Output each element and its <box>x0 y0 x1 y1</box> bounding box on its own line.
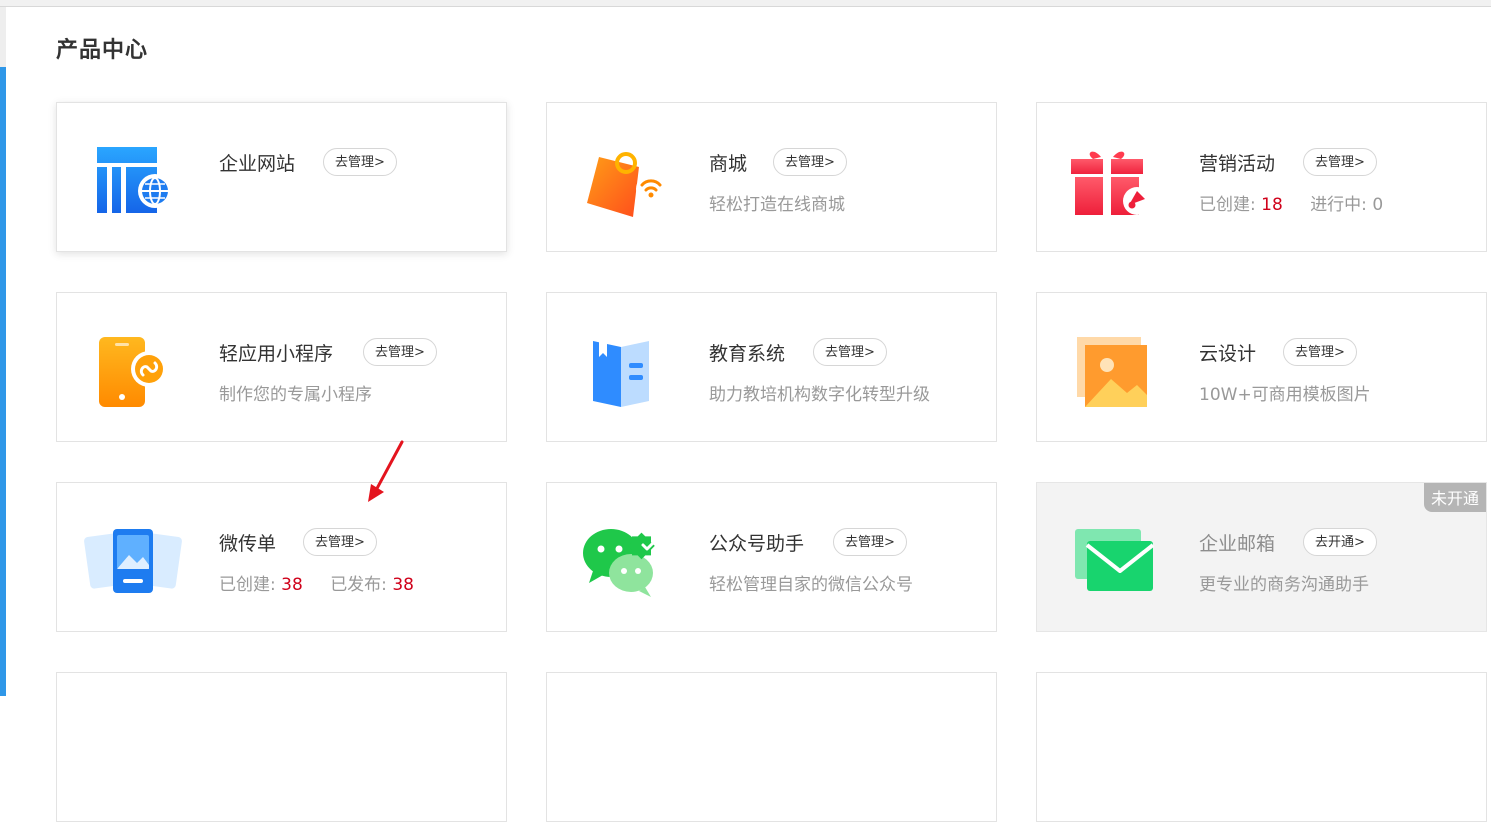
manage-button[interactable]: 去管理> <box>303 528 377 556</box>
product-card-mini-program[interactable]: 轻应用小程序 去管理> 制作您的专属小程序 <box>56 292 507 442</box>
card-description: 10W+可商用模板图片 <box>1199 385 1371 405</box>
shop-bag-icon <box>581 141 666 219</box>
card-title: 轻应用小程序 <box>219 343 334 365</box>
card-title: 公众号助手 <box>709 533 805 555</box>
activate-button[interactable]: 去开通> <box>1303 528 1377 556</box>
card-description: 轻松打造在线商城 <box>709 195 845 215</box>
card-title: 营销活动 <box>1199 153 1276 175</box>
stat-label: 已创建: <box>219 575 276 595</box>
product-card-shop[interactable]: 商城 去管理> 轻松打造在线商城 <box>546 102 997 252</box>
education-book-icon <box>581 331 665 409</box>
page-title: 产品中心 <box>56 38 149 63</box>
stat-value: 38 <box>281 575 303 595</box>
card-description: 更专业的商务沟通助手 <box>1199 575 1369 595</box>
card-title: 云设计 <box>1199 343 1257 365</box>
left-accent-bar <box>0 67 6 696</box>
card-title: 企业邮箱 <box>1199 533 1276 555</box>
product-card-partial[interactable] <box>1036 672 1487 822</box>
card-title: 商城 <box>709 153 748 175</box>
wechat-icon <box>581 521 665 599</box>
gift-icon <box>1071 141 1155 219</box>
card-description: 轻松管理自家的微信公众号 <box>709 575 913 595</box>
card-stats: 已创建: 18 进行中: 0 <box>1199 190 1383 215</box>
flyer-icon <box>83 521 183 599</box>
mini-program-phone-icon <box>91 331 175 409</box>
manage-button[interactable]: 去管理> <box>363 338 437 366</box>
stat-value: 18 <box>1261 195 1283 215</box>
product-card-cloud-design[interactable]: 云设计 去管理> 10W+可商用模板图片 <box>1036 292 1487 442</box>
stat-label: 已创建: <box>1199 195 1256 215</box>
stat-label: 进行中: <box>1310 195 1367 215</box>
product-card-official-account[interactable]: 公众号助手 去管理> 轻松管理自家的微信公众号 <box>546 482 997 632</box>
manage-button[interactable]: 去管理> <box>1283 338 1357 366</box>
top-border <box>0 0 1491 7</box>
product-card-enterprise-mail[interactable]: 未开通 企业邮箱 去开通> 更专业的商务沟通助手 <box>1036 482 1487 632</box>
stat-value: 0 <box>1372 195 1384 215</box>
image-design-icon <box>1071 331 1155 409</box>
manage-button[interactable]: 去管理> <box>813 338 887 366</box>
product-card-partial[interactable] <box>56 672 507 822</box>
manage-button[interactable]: 去管理> <box>1303 148 1377 176</box>
mail-icon <box>1071 521 1155 599</box>
card-stats: 已创建: 38 已发布: 38 <box>219 570 414 595</box>
annotation-arrow-icon <box>368 440 404 502</box>
manage-button[interactable]: 去管理> <box>323 148 397 176</box>
website-icon <box>91 141 175 219</box>
product-card-partial[interactable] <box>546 672 997 822</box>
card-description: 制作您的专属小程序 <box>219 385 372 405</box>
card-title: 教育系统 <box>709 343 786 365</box>
product-card-website[interactable]: 企业网站 去管理> <box>56 102 507 252</box>
manage-button[interactable]: 去管理> <box>773 148 847 176</box>
card-description: 助力教培机构数字化转型升级 <box>709 385 930 405</box>
product-card-flyer[interactable]: 微传单 去管理> 已创建: 38 已发布: 38 <box>56 482 507 632</box>
stat-label: 已发布: <box>330 575 387 595</box>
product-card-marketing[interactable]: 营销活动 去管理> 已创建: 18 进行中: 0 <box>1036 102 1487 252</box>
manage-button[interactable]: 去管理> <box>833 528 907 556</box>
card-title: 微传单 <box>219 533 277 555</box>
product-card-education[interactable]: 教育系统 去管理> 助力教培机构数字化转型升级 <box>546 292 997 442</box>
stat-value: 38 <box>392 575 414 595</box>
card-title: 企业网站 <box>219 153 296 175</box>
not-activated-badge: 未开通 <box>1423 483 1486 512</box>
left-rail-top <box>0 7 6 67</box>
